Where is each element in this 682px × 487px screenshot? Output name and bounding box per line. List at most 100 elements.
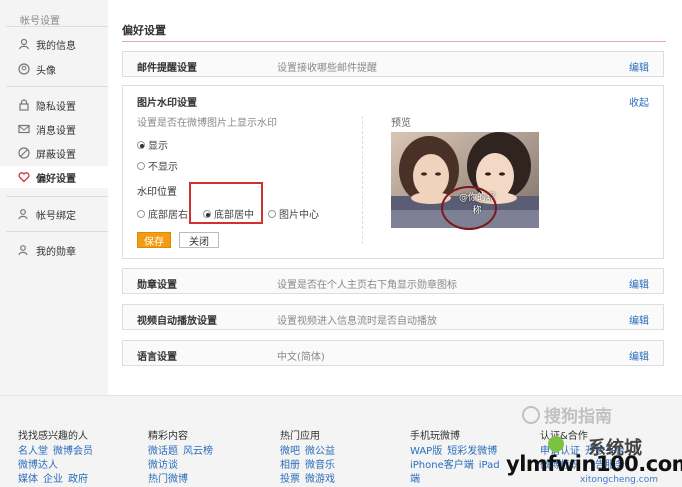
sogou-watermark: 搜狗指南 [522,402,612,427]
footer-link[interactable]: 端 [410,474,420,485]
highlight-box [189,182,263,224]
footer-link[interactable]: 名人堂 [18,446,48,457]
radio-dot-checked [137,140,145,149]
language-settings-row: 语言设置 中文(简体) 编辑 [122,340,664,366]
radio-show-label: 显示 [148,141,168,152]
footer-link[interactable]: 微公益 [305,446,335,457]
footer-link[interactable]: iPhone客户端 [410,460,474,471]
user-icon [18,38,30,50]
sidebar-item-label: 头像 [36,65,56,77]
title-divider [122,41,666,42]
page-title: 偏好设置 [122,24,166,37]
footer-heading: 热门应用 [280,431,320,442]
radio-image-center[interactable]: 图片中心 [268,206,319,221]
sidebar-item-privacy[interactable]: 隐私设置 [0,94,108,116]
footer-link[interactable]: 相册 [280,460,300,471]
language-settings-edit-link[interactable]: 编辑 [629,348,649,363]
footer-link[interactable]: 微吧 [280,446,300,457]
radio-hide[interactable]: 不显示 [137,158,178,173]
video-settings-row: 视频自动播放设置 设置视频进入信息流时是否自动播放 编辑 [122,304,664,330]
footer-link[interactable]: 微访谈 [148,460,178,471]
sidebar-item-preferences[interactable]: 偏好设置 [0,166,108,188]
save-button[interactable]: 保存 [137,232,171,248]
sidebar-item-label: 隐私设置 [36,101,76,113]
radio-bottom-right-label: 底部居右 [148,210,188,221]
footer-column: 找找感兴趣的人 名人堂 微博会员 微博达人 媒体 企业 政府 [18,430,98,487]
footer-link[interactable]: 短彩发微博 [447,446,497,457]
watermark-collapse-link[interactable]: 收起 [629,94,649,109]
sidebar-section-title: 帐号设置 [20,16,60,27]
main-content: 偏好设置 邮件提醒设置 设置接收哪些邮件提醒 编辑 图片水印设置 收起 设置是否… [108,0,682,395]
preview-label: 预览 [391,118,411,129]
radio-hide-label: 不显示 [148,162,178,173]
mail-settings-title: 邮件提醒设置 [137,63,197,74]
radio-show[interactable]: 显示 [137,137,168,152]
avatar-icon [18,63,30,75]
sidebar-item-label: 我的勋章 [36,246,76,258]
footer-link[interactable]: 微博达人 [18,460,58,471]
radio-dot [137,209,145,218]
footer-link[interactable]: 微音乐 [305,460,335,471]
footer: 找找感兴趣的人 名人堂 微博会员 微博达人 媒体 企业 政府 精彩内容 微话题 风云榜 … [0,395,682,486]
language-settings-desc: 中文(简体) [277,352,325,363]
sidebar-item-label: 消息设置 [36,125,76,137]
footer-link[interactable]: 风云榜 [183,446,213,457]
sidebar-item-avatar[interactable]: 头像 [0,58,108,80]
language-settings-title: 语言设置 [137,352,177,363]
sidebar-divider [6,26,108,27]
sidebar-item-label: 帐号绑定 [36,210,76,222]
footer-link[interactable]: 政府 [68,474,88,485]
footer-link[interactable]: 微话题 [148,446,178,457]
sidebar-item-medals[interactable]: 我的勋章 [0,239,108,261]
video-settings-edit-link[interactable]: 编辑 [629,312,649,327]
close-button[interactable]: 关闭 [179,232,219,248]
sidebar-item-my-info[interactable]: 我的信息 [0,33,108,55]
radio-bottom-right[interactable]: 底部居右 [137,206,188,221]
watermark-position-label: 水印位置 [137,187,177,198]
medal-settings-edit-link[interactable]: 编辑 [629,276,649,291]
site-logo-icon [548,436,564,452]
sidebar-item-account-binding[interactable]: 帐号绑定 [0,203,108,225]
footer-column: 精彩内容 微话题 风云榜 微访谈 热门微博 [148,430,218,487]
medal-settings-title: 勋章设置 [137,280,177,291]
sidebar-divider [6,86,108,87]
medal-icon [18,244,30,256]
footer-link[interactable]: 微游戏 [305,474,335,485]
sogou-logo-icon [522,405,540,424]
footer-heading: 找找感兴趣的人 [18,431,88,442]
block-icon [18,147,30,159]
video-settings-desc: 设置视频进入信息流时是否自动播放 [277,316,437,327]
lock-icon [18,99,30,111]
sidebar-item-block[interactable]: 屏蔽设置 [0,142,108,164]
radio-dot [268,209,276,218]
sidebar-item-label: 屏蔽设置 [36,149,76,161]
footer-link[interactable]: iPad [479,460,500,471]
video-settings-title: 视频自动播放设置 [137,316,217,327]
footer-link[interactable]: 微博会员 [53,446,93,457]
footer-link[interactable]: WAP版 [410,446,442,457]
settings-page: 帐号设置 我的信息 头像 隐私设置 消息设置 屏蔽设置 偏好设置 帐号绑定 我的… [0,0,682,486]
mail-settings-row: 邮件提醒设置 设置接收哪些邮件提醒 编辑 [122,51,664,77]
radio-dot [137,161,145,170]
mail-settings-desc: 设置接收哪些邮件提醒 [277,63,377,74]
vertical-separator [362,116,363,244]
footer-heading: 手机玩微博 [410,431,460,442]
envelope-icon [18,123,30,135]
footer-link[interactable]: 热门微博 [148,474,188,485]
footer-heading: 精彩内容 [148,431,188,442]
footer-column: 热门应用 微吧 微公益 相册 微音乐 投票 微游戏 [280,430,340,487]
sidebar-item-label: 我的信息 [36,40,76,52]
footer-link[interactable]: 企业 [43,474,63,485]
footer-link[interactable]: 媒体 [18,474,38,485]
footer-link[interactable]: 投票 [280,474,300,485]
medal-settings-desc: 设置是否在个人主页右下角显示勋章图标 [277,280,457,291]
user-link-icon [18,208,30,220]
footer-column: 手机玩微博 WAP版 短彩发微博 iPhone客户端 iPad 端 [410,430,505,487]
sidebar-divider [6,231,108,232]
watermark-desc: 设置是否在微博图片上显示水印 [137,118,277,129]
mail-settings-edit-link[interactable]: 编辑 [629,59,649,74]
sidebar-item-label: 偏好设置 [36,173,76,185]
radio-image-center-label: 图片中心 [279,210,319,221]
sidebar-item-messages[interactable]: 消息设置 [0,118,108,140]
heart-icon [18,171,30,183]
